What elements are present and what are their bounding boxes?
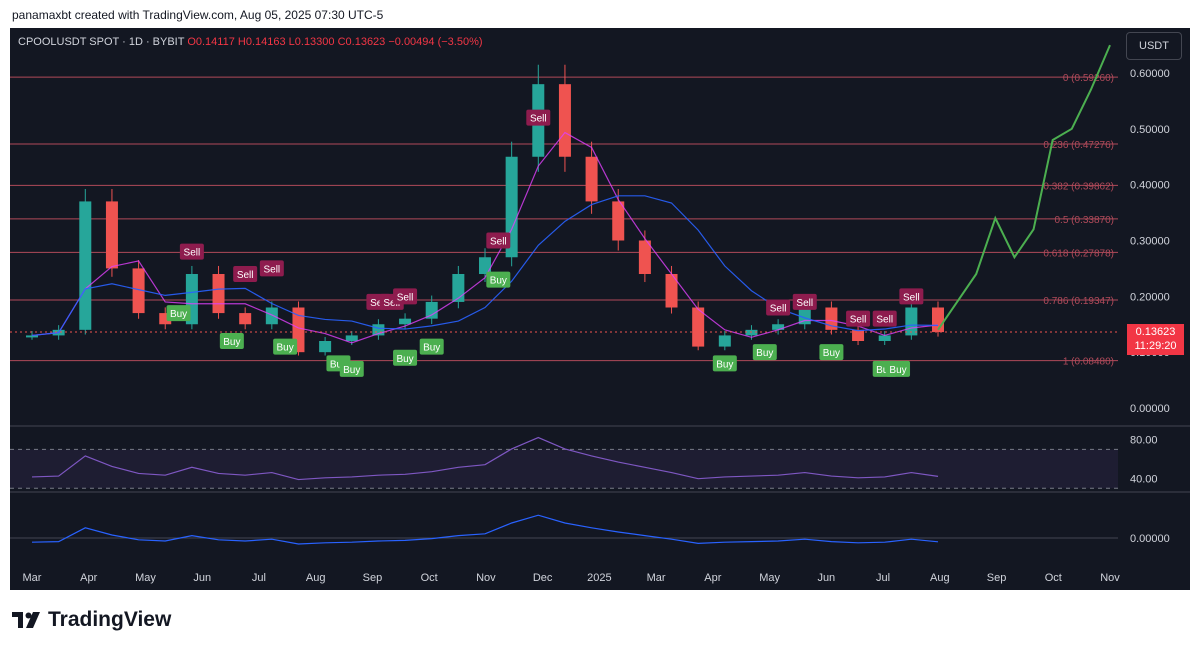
candle-body xyxy=(479,257,491,274)
price-axis-tick: 0.00000 xyxy=(1130,403,1170,415)
candle-body xyxy=(638,240,651,274)
candle-body xyxy=(26,335,38,338)
sell-signal-text: Sell xyxy=(850,315,867,326)
macd-line xyxy=(31,514,939,545)
sell-signal-text: Sell xyxy=(770,304,787,315)
chart-canvas[interactable]: 0 (0.59260) 0.236 (0.47276) 0.382 (0.39862… xyxy=(10,28,1190,590)
price-axis-tick: 0.30000 xyxy=(1130,236,1170,248)
time-axis-tick: Aug xyxy=(306,572,326,584)
chart-frame: 0 (0.59260) 0.236 (0.47276) 0.382 (0.39862… xyxy=(10,28,1190,590)
candle-body xyxy=(105,201,118,269)
candle-body xyxy=(718,335,731,347)
fib-level-label: 0.786 (0.19347) xyxy=(1043,296,1114,307)
time-axis-tick: Jul xyxy=(876,572,890,584)
created-note: panamaxbt created with TradingView.com, … xyxy=(12,8,384,22)
fib-level-label: 0.382 (0.39862) xyxy=(1043,181,1114,192)
buy-signal-text: Buy xyxy=(343,365,360,376)
bar-countdown: 11:29:20 xyxy=(1134,340,1177,352)
candle-body xyxy=(265,307,278,325)
candle-body xyxy=(612,201,625,241)
time-axis-tick: May xyxy=(759,572,780,584)
candle-body xyxy=(345,335,358,341)
rsi-axis-tick: 80.00 xyxy=(1130,435,1158,447)
price-axis-tick: 0.40000 xyxy=(1130,180,1170,192)
time-axis-tick: Nov xyxy=(1100,572,1120,584)
buy-signal-text: Buy xyxy=(277,343,294,354)
tradingview-logo[interactable]: TradingView xyxy=(12,608,171,632)
sell-signal-text: Sell xyxy=(237,270,254,281)
currency-button[interactable]: USDT xyxy=(1126,32,1182,60)
buy-signal-text: Buy xyxy=(490,276,507,287)
time-axis-tick: Jun xyxy=(193,572,211,584)
candle-body xyxy=(79,201,92,330)
buy-signal-text: Buy xyxy=(170,309,187,320)
brand-name: TradingView xyxy=(48,608,172,631)
time-axis-tick: Mar xyxy=(23,572,42,584)
rsi-band-fill xyxy=(10,449,1118,489)
candle-body xyxy=(399,318,412,325)
price-axis-tick: 0.20000 xyxy=(1130,291,1170,303)
time-axis-tick: Aug xyxy=(930,572,950,584)
buy-signal-text: Buy xyxy=(756,348,773,359)
price-axis-tick: 0.50000 xyxy=(1130,124,1170,136)
candle-body xyxy=(239,313,252,325)
symbol-header: CPOOLUSDT SPOT · 1D · BYBIT O0.14117 H0.… xyxy=(18,36,483,48)
sell-signal-text: Sell xyxy=(796,298,813,309)
time-axis-tick: Jul xyxy=(252,572,266,584)
candle-body xyxy=(852,329,865,341)
fib-level-label: 0 (0.59260) xyxy=(1063,73,1114,84)
rsi-axis-tick: 40.00 xyxy=(1130,474,1158,486)
time-axis-tick: Oct xyxy=(421,572,438,584)
buy-signal-text: Buy xyxy=(823,348,840,359)
price-axis-tick: 0.60000 xyxy=(1130,68,1170,80)
sell-signal-text: Sell xyxy=(263,264,280,275)
time-axis-tick: Apr xyxy=(704,572,721,584)
time-axis-tick: Mar xyxy=(647,572,666,584)
fib-level-label: 0.5 (0.33870) xyxy=(1055,215,1115,226)
time-axis-tick: Sep xyxy=(363,572,383,584)
time-axis-tick: Oct xyxy=(1045,572,1062,584)
sell-signal-text: Sell xyxy=(903,292,920,303)
sell-signal-text: Sell xyxy=(530,114,547,125)
fib-level-label: 1 (0.08480) xyxy=(1063,357,1114,368)
time-axis-tick: 2025 xyxy=(587,572,611,584)
fib-level-label: 0.618 (0.27878) xyxy=(1043,248,1114,259)
sell-signal-text: Sell xyxy=(490,237,507,248)
buy-signal-text: Buy xyxy=(396,354,413,365)
fib-level-label: 0.236 (0.47276) xyxy=(1043,140,1114,151)
candle-body xyxy=(745,329,758,336)
macd-axis-tick: 0.00000 xyxy=(1130,533,1170,545)
candle-body xyxy=(212,274,225,314)
time-axis-tick: Jun xyxy=(817,572,835,584)
buy-signal-text: Buy xyxy=(423,343,440,354)
buy-signal-text: Buy xyxy=(223,337,240,348)
sell-signal-text: Sell xyxy=(876,315,893,326)
time-axis-tick: May xyxy=(135,572,156,584)
symbol-title: CPOOLUSDT SPOT · 1D · BYBIT xyxy=(18,36,185,48)
time-axis-tick: Dec xyxy=(533,572,553,584)
tradingview-logo-icon xyxy=(12,612,40,628)
buy-signal-text: Buy xyxy=(716,359,733,370)
buy-signal-text: Buy xyxy=(889,365,906,376)
ohlc-values: O0.14117 H0.14163 L0.13300 C0.13623 −0.0… xyxy=(187,36,483,48)
sell-signal-text: Sell xyxy=(397,292,414,303)
candle-body xyxy=(558,84,571,157)
time-axis-tick: Apr xyxy=(80,572,97,584)
time-axis-tick: Nov xyxy=(476,572,496,584)
candle-body xyxy=(319,341,332,353)
candle-body xyxy=(585,156,598,202)
last-price-value: 0.13623 xyxy=(1135,326,1176,338)
candle-body xyxy=(878,335,891,341)
candle-body xyxy=(692,307,705,347)
candle-body xyxy=(905,307,918,336)
sell-signal-text: Sell xyxy=(184,248,201,259)
time-axis-tick: Sep xyxy=(987,572,1007,584)
last-price-tag: 0.13623 11:29:20 xyxy=(1127,324,1184,355)
